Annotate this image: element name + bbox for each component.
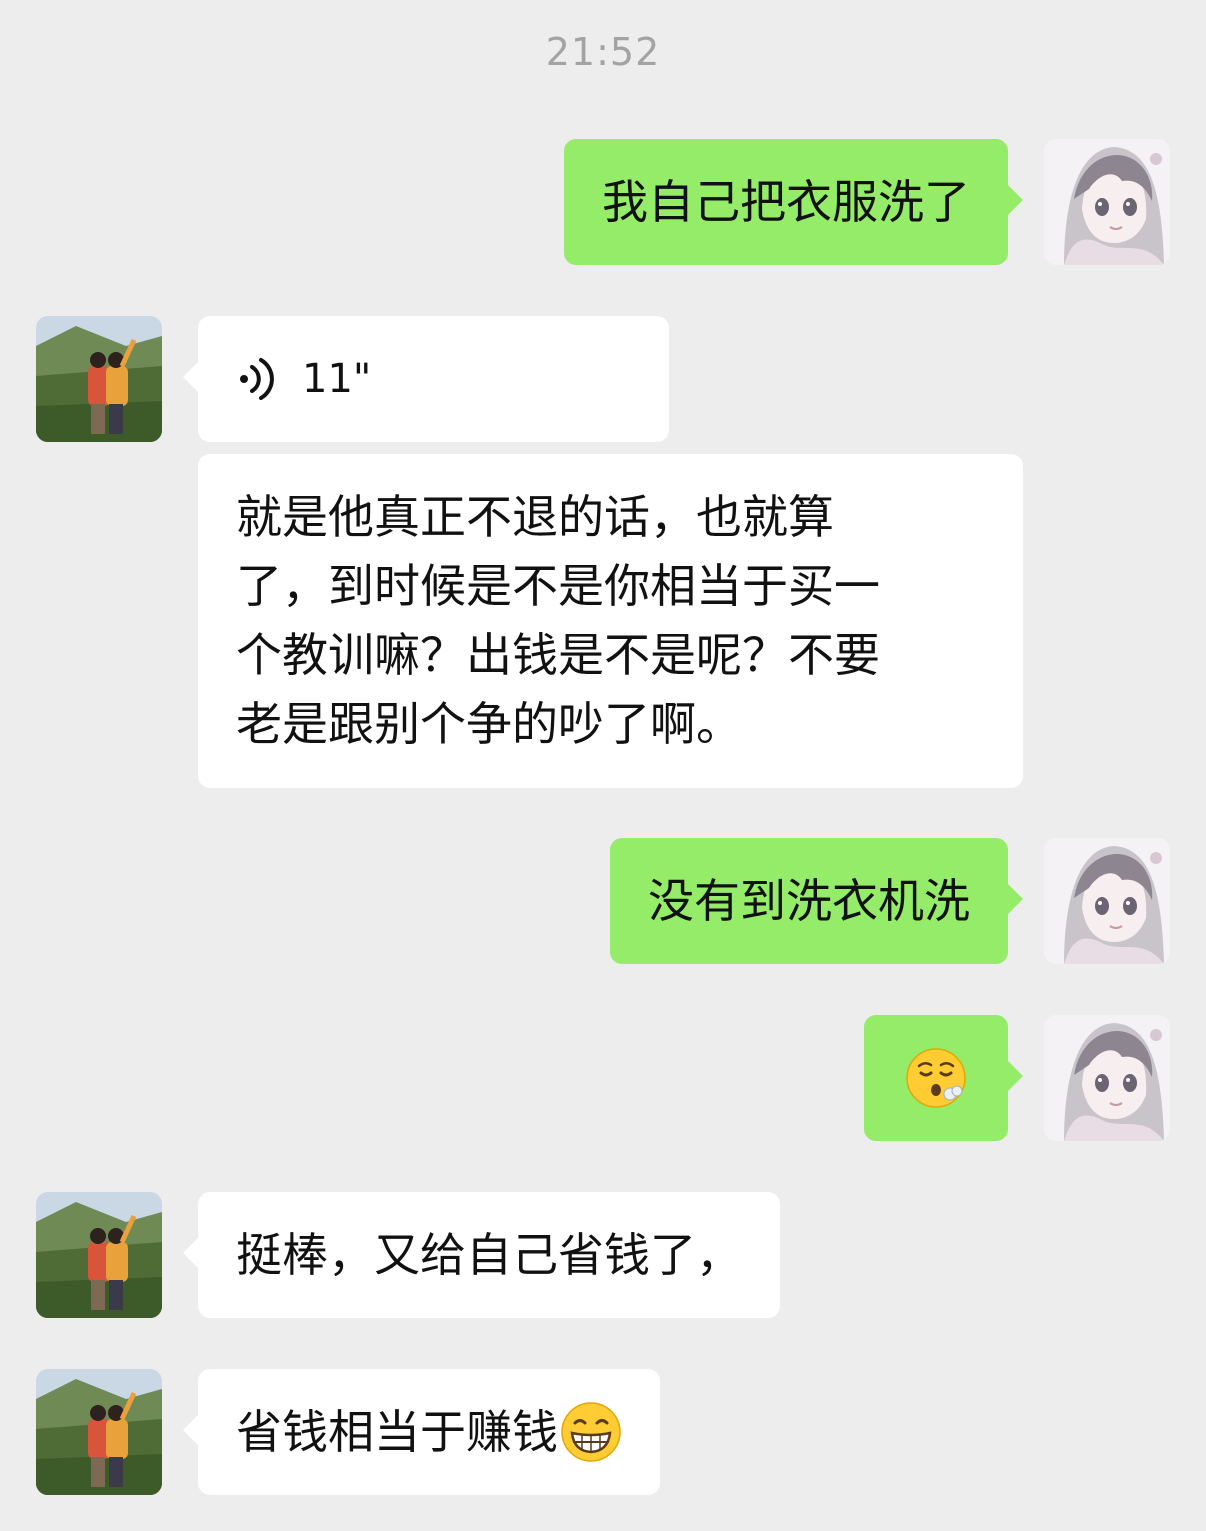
grinning-face-emoji-icon bbox=[561, 1401, 621, 1462]
message-text: 省钱相当于赚钱 bbox=[236, 1405, 558, 1459]
anime-girl-avatar-icon bbox=[1044, 139, 1170, 265]
message-bubble-received[interactable]: 省钱相当于赚钱 bbox=[183, 1369, 660, 1495]
anime-girl-avatar-icon bbox=[1044, 1015, 1170, 1141]
message-text-line: 了，到时候是不是你相当于买一 bbox=[236, 559, 880, 613]
two-people-landscape-avatar-icon bbox=[36, 1369, 162, 1495]
message-text-line: 老是跟别个争的吵了啊。 bbox=[236, 697, 742, 751]
voice-wave-icon bbox=[240, 358, 274, 400]
two-people-landscape-avatar-icon bbox=[36, 316, 162, 442]
message-bubble-received[interactable]: 就是他真正不退的话，也就算 了，到时候是不是你相当于买一 个教训嘛？出钱是不是呢… bbox=[198, 454, 1023, 788]
message-bubble-sent[interactable]: 没有到洗衣机洗 bbox=[610, 838, 1023, 964]
self-avatar[interactable] bbox=[1044, 1015, 1170, 1141]
message-text-line: 就是他真正不退的话，也就算 bbox=[236, 490, 834, 544]
contact-avatar[interactable] bbox=[36, 1369, 162, 1495]
message-bubble-received[interactable]: 挺棒，又给自己省钱了， bbox=[183, 1192, 780, 1318]
message-timestamp: 21:52 bbox=[545, 30, 661, 74]
anime-girl-avatar-icon bbox=[1044, 838, 1170, 964]
two-people-landscape-avatar-icon bbox=[36, 1192, 162, 1318]
self-avatar[interactable] bbox=[1044, 838, 1170, 964]
face-exhaling-emoji-icon bbox=[906, 1048, 966, 1108]
message-bubble-sent-emoji[interactable] bbox=[864, 1015, 1023, 1141]
message-text-line: 个教训嘛？出钱是不是呢？不要 bbox=[236, 628, 880, 682]
self-avatar[interactable] bbox=[1044, 139, 1170, 265]
message-bubble-voice[interactable]: 11" bbox=[183, 316, 669, 442]
message-text: 挺棒，又给自己省钱了， bbox=[236, 1228, 742, 1282]
message-text: 没有到洗衣机洗 bbox=[648, 874, 970, 928]
contact-avatar[interactable] bbox=[36, 316, 162, 442]
contact-avatar[interactable] bbox=[36, 1192, 162, 1318]
voice-duration: 11" bbox=[302, 356, 372, 402]
message-bubble-sent[interactable]: 我自己把衣服洗了 bbox=[564, 139, 1023, 265]
message-text: 我自己把衣服洗了 bbox=[602, 175, 970, 229]
